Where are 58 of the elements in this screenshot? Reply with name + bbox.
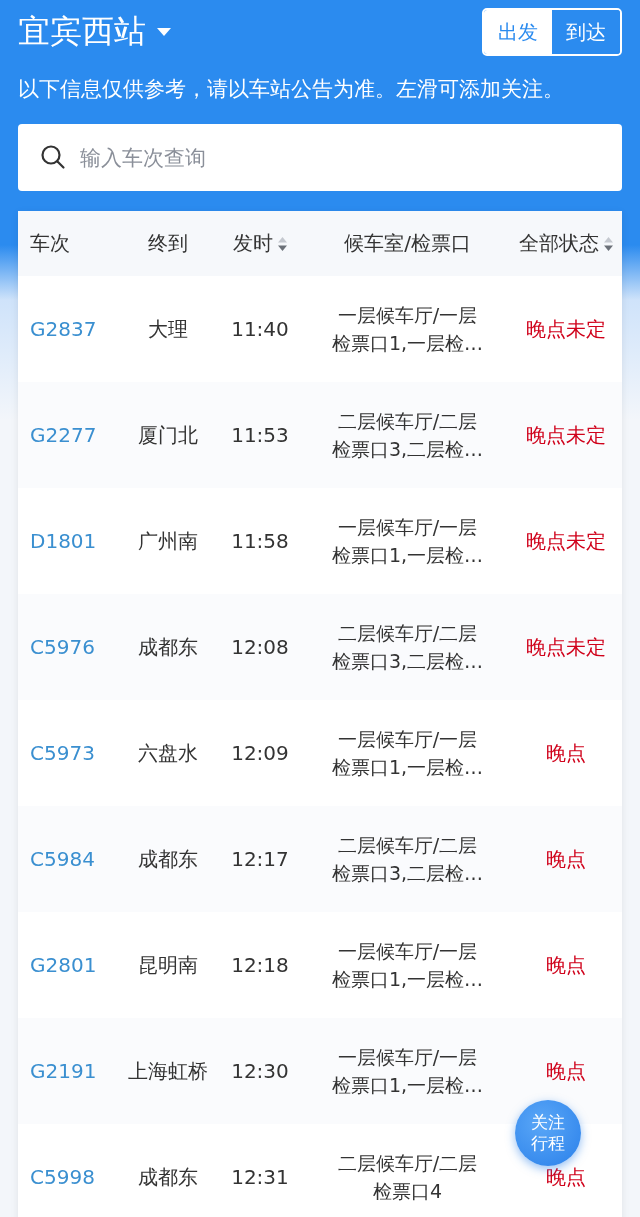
station-title[interactable]: 宜宾西站	[18, 10, 146, 54]
waiting-area: 二层候车厅/二层检票口4	[329, 1149, 486, 1205]
train-status: 晚点	[546, 1163, 586, 1191]
dropdown-caret-icon[interactable]	[156, 27, 172, 37]
train-number: G2801	[30, 953, 97, 977]
destination: 上海虹桥	[127, 1057, 208, 1085]
destination: 成都东	[137, 633, 198, 661]
destination: 昆明南	[137, 951, 198, 979]
train-number: G2837	[30, 317, 97, 341]
train-number: C5976	[30, 635, 95, 659]
column-header[interactable]: 全部状态	[518, 230, 599, 257]
train-number: C5973	[30, 741, 95, 765]
waiting-area: 一层候车厅/一层检票口1,一层检…	[329, 301, 486, 357]
waiting-area: 一层候车厅/一层检票口1,一层检…	[329, 513, 486, 569]
destination: 广州南	[137, 527, 198, 555]
train-number: G2277	[30, 423, 97, 447]
train-status: 晚点未定	[526, 315, 606, 343]
search-icon	[40, 144, 66, 170]
departure-time: 12:18	[231, 953, 289, 977]
train-number: C5984	[30, 847, 95, 871]
mode-tab[interactable]: 出发	[484, 10, 552, 54]
destination: 成都东	[137, 845, 198, 873]
waiting-area: 二层候车厅/二层检票口3,二层检…	[329, 619, 486, 675]
train-status: 晚点	[546, 845, 586, 873]
column-header: 车次	[30, 230, 70, 257]
train-number: G2191	[30, 1059, 97, 1083]
departure-time: 12:31	[231, 1165, 289, 1189]
train-status: 晚点未定	[526, 421, 606, 449]
departure-time: 11:58	[231, 529, 289, 553]
departure-time: 11:40	[231, 317, 289, 341]
column-header: 候车室/检票口	[344, 230, 471, 257]
departure-time: 12:08	[231, 635, 289, 659]
destination: 六盘水	[137, 739, 198, 767]
departure-time: 11:53	[231, 423, 289, 447]
train-status: 晚点未定	[526, 527, 606, 555]
departure-time: 12:30	[231, 1059, 289, 1083]
departure-time: 12:09	[231, 741, 289, 765]
train-number: C5998	[30, 1165, 95, 1189]
column-header[interactable]: 发时	[232, 230, 273, 257]
waiting-area: 一层候车厅/一层检票口1,一层检…	[329, 937, 486, 993]
train-status: 晚点未定	[526, 633, 606, 661]
train-number: D1801	[30, 529, 97, 553]
destination: 厦门北	[137, 421, 198, 449]
waiting-area: 一层候车厅/一层检票口1,一层检…	[329, 1043, 486, 1099]
search-field[interactable]: 输入车次查询	[18, 124, 622, 191]
destination: 大理	[147, 315, 188, 343]
waiting-area: 二层候车厅/二层检票口3,二层检…	[329, 407, 486, 463]
waiting-area: 二层候车厅/二层检票口3,二层检…	[329, 831, 486, 887]
sort-icon[interactable]	[602, 235, 614, 252]
sort-icon[interactable]	[276, 235, 288, 252]
notice-text: 以下信息仅供参考，请以车站公告为准。左滑可添加关注。	[18, 76, 565, 103]
column-header: 终到	[147, 230, 188, 257]
train-status: 晚点	[546, 1057, 586, 1085]
destination: 成都东	[137, 1163, 198, 1191]
train-status: 晚点	[546, 739, 586, 767]
waiting-area: 一层候车厅/一层检票口1,一层检…	[329, 725, 486, 781]
train-status: 晚点	[546, 951, 586, 979]
departure-time: 12:17	[231, 847, 289, 871]
